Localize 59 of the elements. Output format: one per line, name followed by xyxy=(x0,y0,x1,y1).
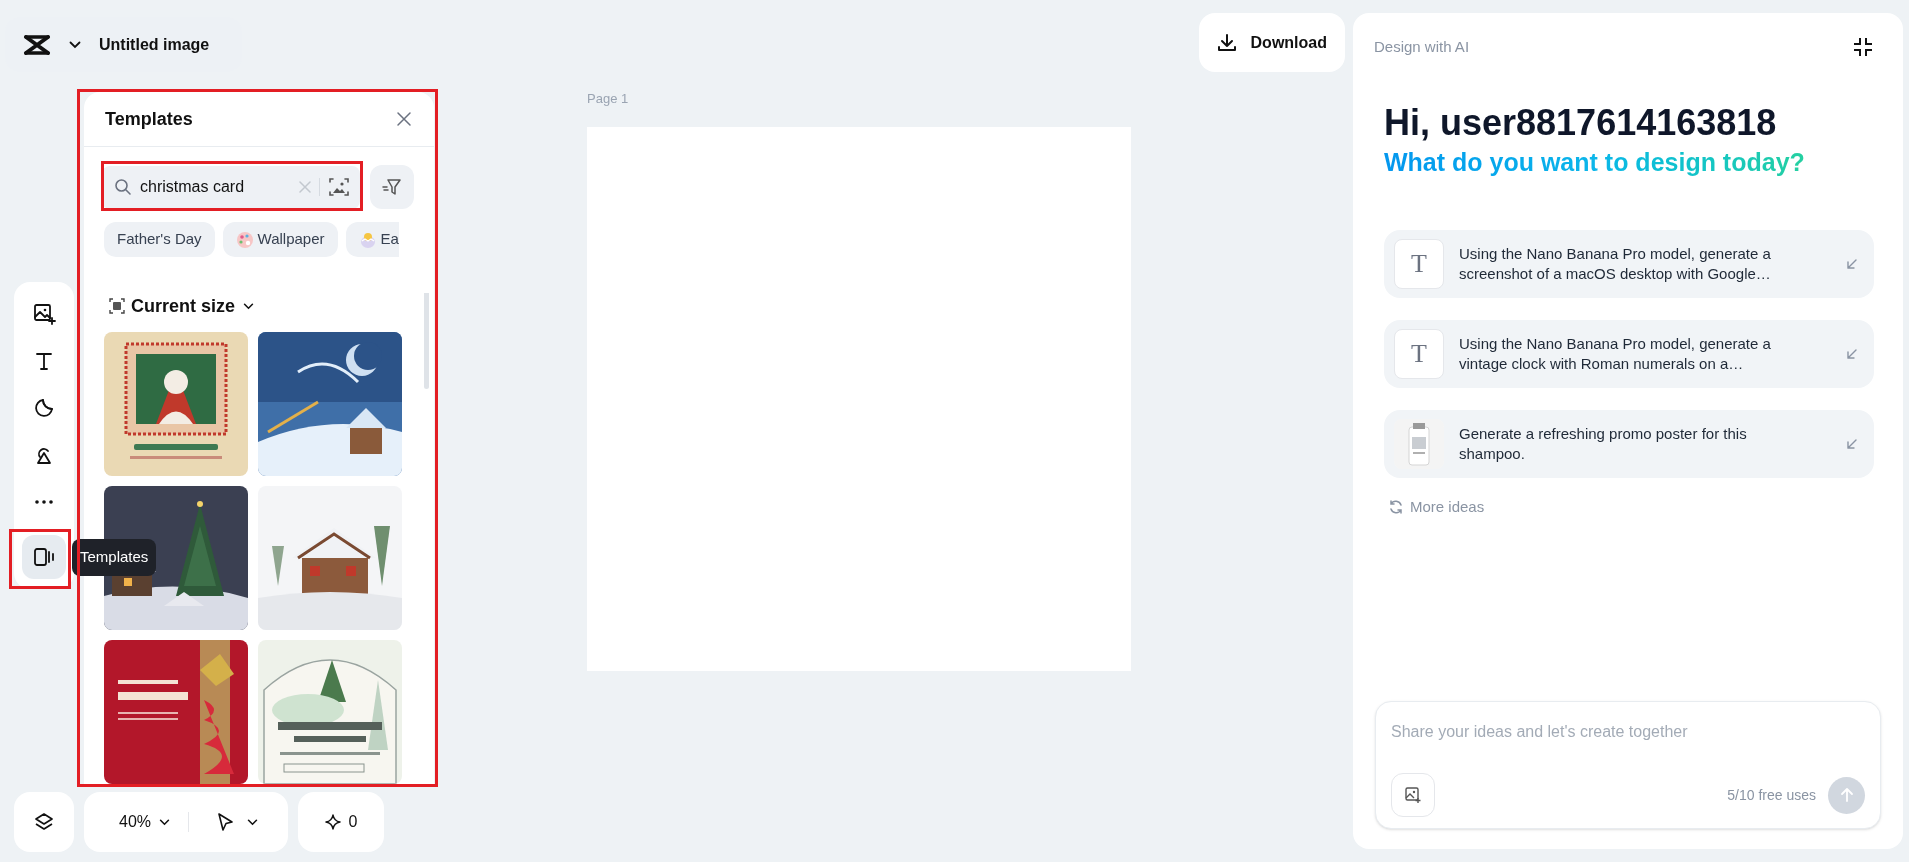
frame-icon xyxy=(109,298,125,314)
layers-icon xyxy=(33,811,55,833)
page-label: Page 1 xyxy=(587,90,629,108)
arrow-icon xyxy=(1846,437,1858,450)
image-upload-icon xyxy=(32,302,56,326)
image-add-icon xyxy=(1404,786,1422,804)
scrollbar-thumb[interactable] xyxy=(424,293,429,389)
prompt-input[interactable]: Share your ideas and let's create together xyxy=(1391,720,1865,744)
chick-icon xyxy=(358,230,377,249)
chevron-down-icon xyxy=(159,818,171,826)
zoom-dropdown[interactable]: 40% xyxy=(119,810,171,834)
tool-button[interactable] xyxy=(22,535,66,579)
search-icon xyxy=(114,178,132,196)
text-type-icon: T xyxy=(1394,238,1444,289)
document-title[interactable]: Untitled image xyxy=(99,32,210,57)
close-icon[interactable] xyxy=(396,111,412,127)
chevron-down-icon xyxy=(247,818,259,826)
search-field[interactable]: christmas card xyxy=(102,165,360,209)
suggestion-text: Generate a refreshing promo poster for this shampoo. xyxy=(1459,423,1748,464)
add-image-button[interactable] xyxy=(1391,773,1435,817)
palette-icon xyxy=(235,230,254,249)
usage-counter: 5/10 free uses xyxy=(1727,785,1816,805)
image-search-icon[interactable] xyxy=(328,176,350,198)
credits-button[interactable]: 0 xyxy=(298,792,384,852)
filter-chip[interactable]: Wallpaper xyxy=(222,222,338,257)
highlight-frame xyxy=(9,529,71,589)
arrow-icon xyxy=(1846,257,1858,270)
more-icon xyxy=(34,499,54,505)
suggestion-card[interactable]: T Using the Nano Banana Pro model, generate a screenshot of a macOS desktop with Google… xyxy=(1384,229,1874,298)
sticker-icon xyxy=(32,396,56,420)
search-input[interactable]: christmas card xyxy=(140,175,291,199)
pointer-icon xyxy=(215,812,236,832)
text-type-icon: T xyxy=(1394,328,1444,379)
tooltip: Templates xyxy=(72,539,157,576)
filter-icon xyxy=(381,176,403,198)
collapse-icon[interactable] xyxy=(1853,37,1873,58)
panel-title: Templates xyxy=(105,107,193,131)
suggestion-text: Using the Nano Banana Pro model, generate a vintage clock with Roman numerals on a… xyxy=(1459,333,1772,374)
refresh-icon xyxy=(1388,498,1404,515)
pointer-tool-dropdown[interactable] xyxy=(215,812,259,832)
filter-chip[interactable]: Ea xyxy=(345,222,399,257)
arrow-icon xyxy=(1846,347,1858,360)
download-icon xyxy=(1216,32,1237,53)
templates-icon xyxy=(32,545,56,569)
arrow-up-icon xyxy=(1838,787,1855,803)
chevron-down-icon xyxy=(243,302,255,310)
suggestion-text: Using the Nano Banana Pro model, generate a screenshot of a macOS desktop with Google… xyxy=(1459,243,1772,284)
chevron-down-icon[interactable] xyxy=(69,40,81,49)
suggestion-card[interactable]: Generate a refreshing promo poster for this shampoo. xyxy=(1384,409,1874,478)
filter-button[interactable] xyxy=(370,165,414,209)
greeting-heading: Hi, user8817614163818 xyxy=(1384,100,1778,145)
layers-button[interactable] xyxy=(14,792,74,852)
logo-icon[interactable] xyxy=(23,33,51,56)
download-button[interactable]: Download xyxy=(1198,13,1345,72)
size-filter-dropdown[interactable]: Current size xyxy=(104,293,255,319)
sparkle-icon xyxy=(324,814,341,830)
filter-chip[interactable]: Father's Day xyxy=(104,222,215,257)
suggestion-card[interactable]: T Using the Nano Banana Pro model, generate a vintage clock with Roman numerals on a… xyxy=(1384,319,1874,388)
panel-title: Design with AI xyxy=(1374,37,1470,57)
